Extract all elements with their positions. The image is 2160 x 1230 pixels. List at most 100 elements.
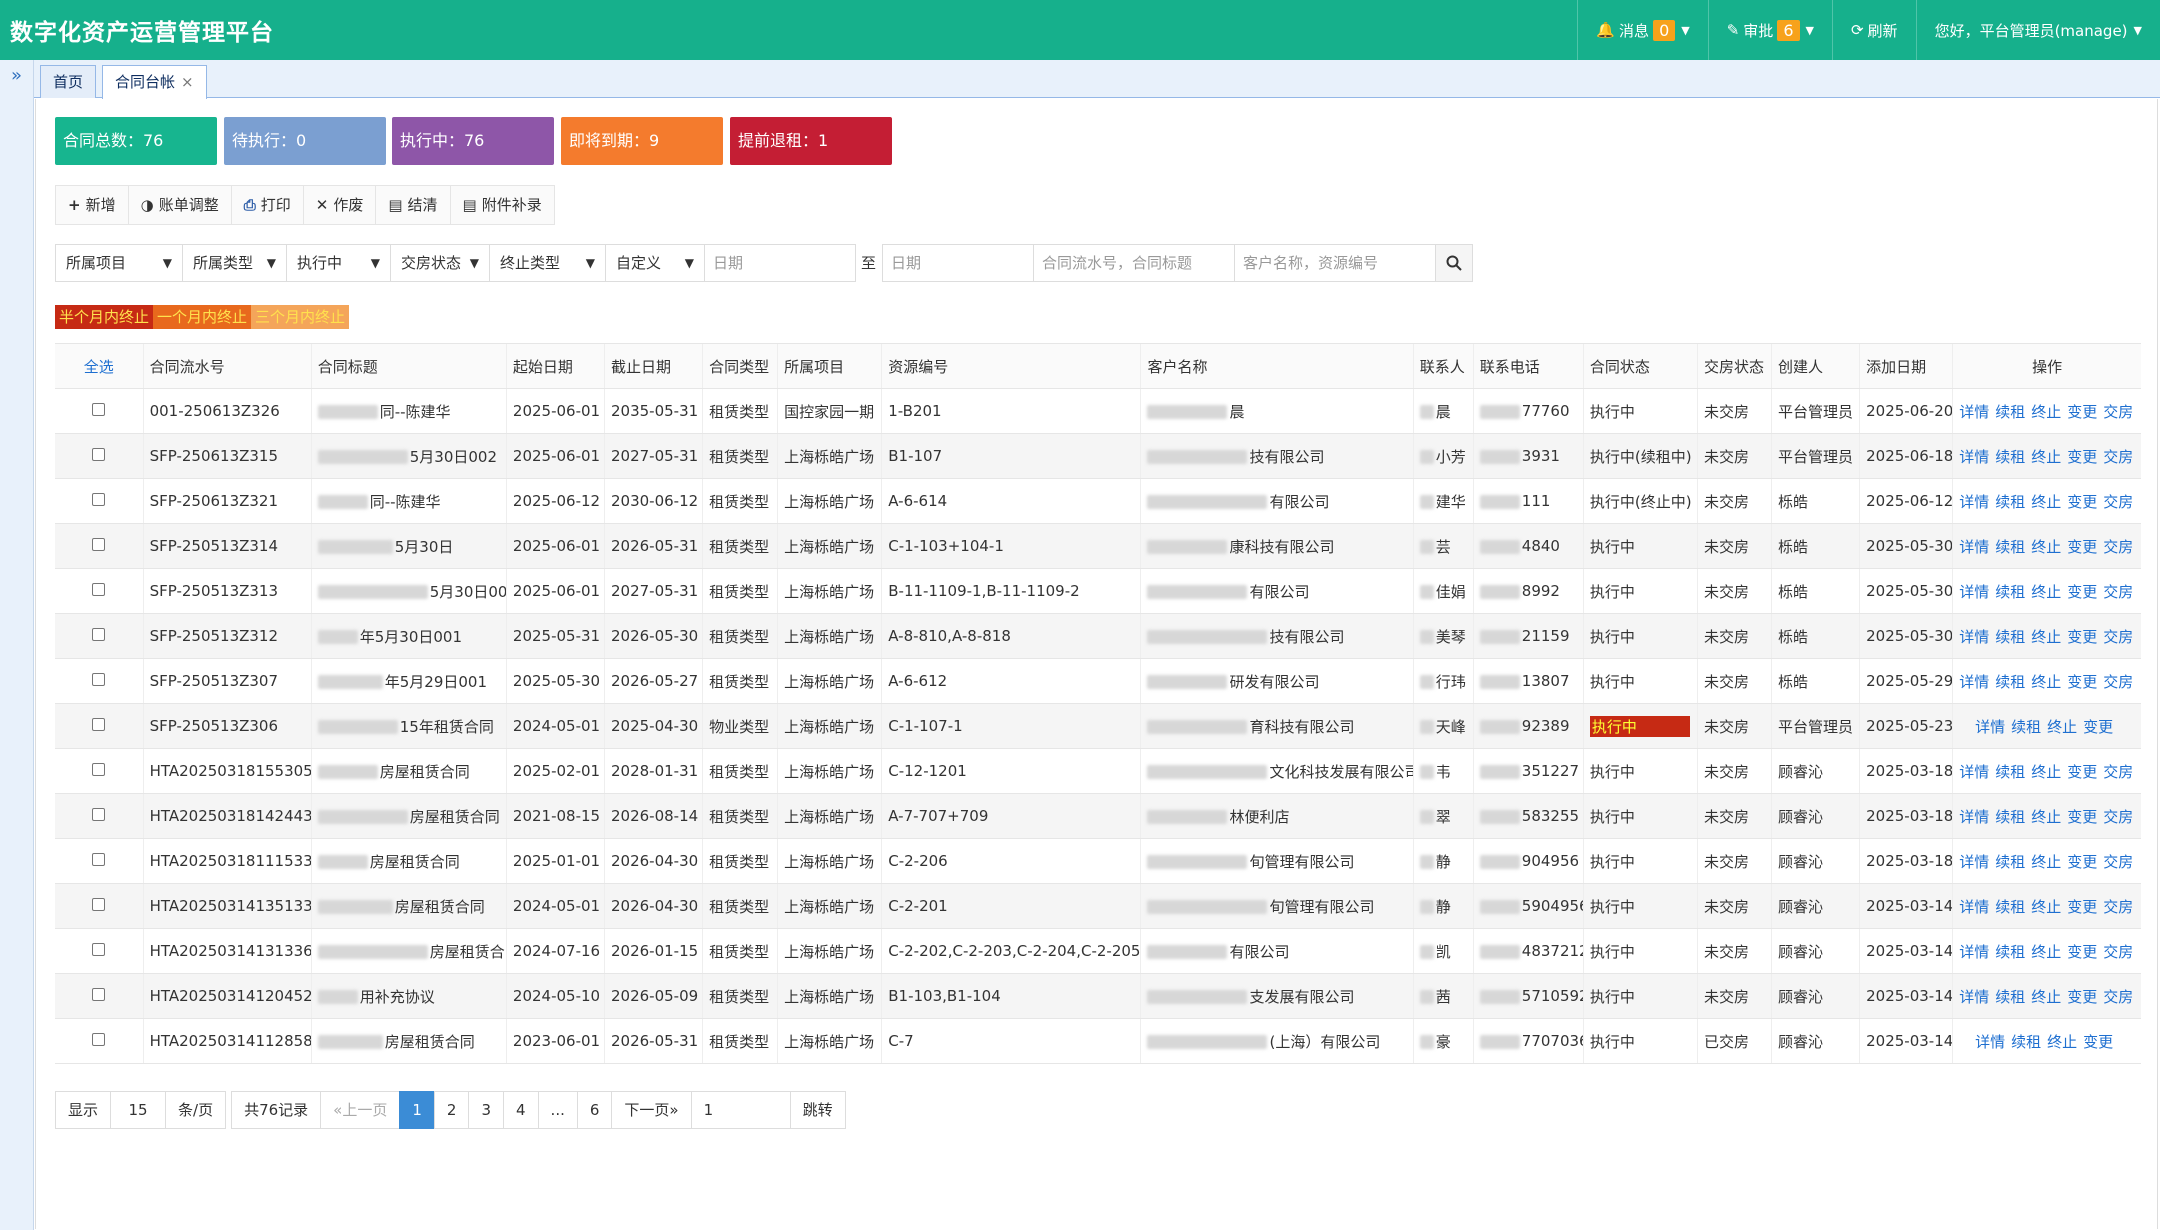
void-button[interactable]: ✕ 作废 [304, 186, 377, 224]
row-action-link[interactable]: 变更 [2067, 763, 2097, 781]
row-action-link[interactable]: 交房 [2103, 673, 2133, 691]
settle-button[interactable]: ▤ 结清 [376, 186, 451, 224]
terminate-type-select[interactable]: 终止类型 ▼ [489, 244, 606, 282]
prev-page-button[interactable]: «上一页 [320, 1091, 401, 1129]
row-checkbox[interactable] [92, 583, 106, 596]
row-action-link[interactable]: 变更 [2067, 628, 2097, 646]
row-action-link[interactable]: 详情 [1959, 583, 1989, 601]
row-action-link[interactable]: 续租 [1995, 943, 2025, 961]
row-action-link[interactable]: 终止 [2031, 493, 2061, 511]
row-action-link[interactable]: 交房 [2103, 538, 2133, 556]
row-action-link[interactable]: 变更 [2067, 448, 2097, 466]
row-checkbox[interactable] [92, 718, 106, 731]
table-row[interactable]: HTA20250318142443 房屋租赁合同 2021-08-15 2026-08… [55, 793, 2141, 839]
row-action-link[interactable]: 终止 [2031, 538, 2061, 556]
print-button[interactable]: ⎙ 打印 [232, 186, 304, 224]
row-action-link[interactable]: 续租 [1995, 493, 2025, 511]
row-action-link[interactable]: 变更 [2067, 493, 2097, 511]
row-action-link[interactable]: 详情 [1959, 808, 1989, 826]
row-action-link[interactable]: 详情 [1959, 943, 1989, 961]
row-action-link[interactable]: 详情 [1975, 718, 2005, 736]
jump-page-input[interactable]: 1 [690, 1091, 791, 1129]
row-action-link[interactable]: 续租 [1995, 898, 2025, 916]
project-select[interactable]: 所属项目 ▼ [55, 244, 183, 282]
row-action-link[interactable]: 变更 [2067, 988, 2097, 1006]
search-button[interactable] [1435, 244, 1474, 282]
row-action-link[interactable]: 续租 [2011, 1033, 2041, 1051]
row-action-link[interactable]: 终止 [2047, 718, 2077, 736]
table-row[interactable]: SFP-250613Z315 5月30日002 2025-06-01 2027-05-… [55, 433, 2141, 479]
date-end-input[interactable]: 日期 [882, 244, 1035, 282]
row-action-link[interactable]: 详情 [1975, 1033, 2005, 1051]
page-2-button[interactable]: 2 [433, 1091, 470, 1129]
customer-search-input[interactable]: 客户名称，资源编号 [1234, 244, 1437, 282]
tab-contract-ledger[interactable]: 合同台帐 × [102, 65, 207, 99]
row-action-link[interactable]: 交房 [2103, 448, 2133, 466]
table-row[interactable]: HTA20250314131336 房屋租赁合同 2024-07-16 2026-01… [55, 928, 2141, 974]
table-row[interactable]: HTA20250314112858 房屋租赁合同 2023-06-01 2026-05… [55, 1018, 2141, 1064]
contract-search-input[interactable]: 合同流水号，合同标题 [1033, 244, 1236, 282]
row-checkbox[interactable] [92, 898, 106, 911]
table-row[interactable]: SFP-250513Z314 5月30日 2025-06-01 2026-05-31 租… [55, 523, 2141, 569]
row-action-link[interactable]: 详情 [1959, 493, 1989, 511]
row-action-link[interactable]: 终止 [2031, 448, 2061, 466]
row-action-link[interactable]: 续租 [2011, 718, 2041, 736]
row-action-link[interactable]: 续租 [1995, 538, 2025, 556]
row-checkbox[interactable] [92, 448, 106, 461]
date-start-input[interactable]: 日期 [704, 244, 856, 282]
next-page-button[interactable]: 下一页» [611, 1091, 692, 1129]
row-checkbox[interactable] [92, 673, 106, 686]
row-action-link[interactable]: 详情 [1959, 628, 1989, 646]
row-action-link[interactable]: 交房 [2103, 898, 2133, 916]
stat-early-termination[interactable]: 提前退租：1 [730, 117, 892, 165]
row-action-link[interactable]: 变更 [2067, 673, 2097, 691]
row-action-link[interactable]: 变更 [2067, 403, 2097, 421]
table-row[interactable]: SFP-250613Z321 同--陈建华 2025-06-12 2030-06-12… [55, 478, 2141, 524]
row-action-link[interactable]: 续租 [1995, 628, 2025, 646]
row-action-link[interactable]: 终止 [2031, 403, 2061, 421]
row-action-link[interactable]: 交房 [2103, 493, 2133, 511]
user-menu[interactable]: 您好，平台管理员(manage) ▼ [1915, 0, 2160, 60]
refresh-button[interactable]: ⟳ 刷新 [1831, 0, 1916, 60]
messages-menu[interactable]: 🔔 消息 0 ▼ [1577, 0, 1707, 60]
bill-adjust-button[interactable]: ◑ 账单调整 [129, 186, 232, 224]
row-action-link[interactable]: 续租 [1995, 763, 2025, 781]
row-action-link[interactable]: 详情 [1959, 673, 1989, 691]
row-action-link[interactable]: 续租 [1995, 583, 2025, 601]
row-action-link[interactable]: 详情 [1959, 853, 1989, 871]
approval-menu[interactable]: ✎ 审批 6 ▼ [1707, 0, 1832, 60]
row-action-link[interactable]: 变更 [2067, 808, 2097, 826]
row-action-link[interactable]: 交房 [2103, 763, 2133, 781]
status-select[interactable]: 执行中 ▼ [286, 244, 391, 282]
row-action-link[interactable]: 变更 [2067, 898, 2097, 916]
row-action-link[interactable]: 终止 [2031, 898, 2061, 916]
close-icon[interactable]: × [181, 73, 194, 91]
handover-select[interactable]: 交房状态 ▼ [390, 244, 490, 282]
row-action-link[interactable]: 终止 [2031, 853, 2061, 871]
row-action-link[interactable]: 交房 [2103, 853, 2133, 871]
row-action-link[interactable]: 交房 [2103, 943, 2133, 961]
row-action-link[interactable]: 详情 [1959, 448, 1989, 466]
attachment-button[interactable]: ▤ 附件补录 [451, 186, 554, 224]
stat-executing[interactable]: 执行中：76 [392, 117, 554, 165]
add-button[interactable]: + 新增 [56, 186, 129, 224]
row-action-link[interactable]: 变更 [2067, 538, 2097, 556]
row-checkbox[interactable] [92, 403, 106, 416]
row-checkbox[interactable] [92, 493, 106, 506]
table-row[interactable]: HTA20250314135133 房屋租赁合同 2024-05-01 2026-04… [55, 883, 2141, 929]
row-action-link[interactable]: 终止 [2031, 988, 2061, 1006]
row-checkbox[interactable] [92, 853, 106, 866]
row-action-link[interactable]: 交房 [2103, 988, 2133, 1006]
table-row[interactable]: SFP-250513Z312 年5月30日001 2025-05-31 2026-05… [55, 613, 2141, 659]
row-checkbox[interactable] [92, 538, 106, 551]
table-row[interactable]: HTA20250314120452 用补充协议 2024-05-10 2026-05-… [55, 973, 2141, 1019]
row-action-link[interactable]: 终止 [2031, 763, 2061, 781]
row-action-link[interactable]: 终止 [2031, 943, 2061, 961]
row-action-link[interactable]: 详情 [1959, 538, 1989, 556]
table-row[interactable]: SFP-250513Z313 5月30日002 2025-06-01 2027-05-… [55, 568, 2141, 614]
row-action-link[interactable]: 续租 [1995, 448, 2025, 466]
row-action-link[interactable]: 续租 [1995, 403, 2025, 421]
row-action-link[interactable]: 续租 [1995, 673, 2025, 691]
page-3-button[interactable]: 3 [468, 1091, 504, 1129]
page-1-button[interactable]: 1 [399, 1091, 435, 1129]
